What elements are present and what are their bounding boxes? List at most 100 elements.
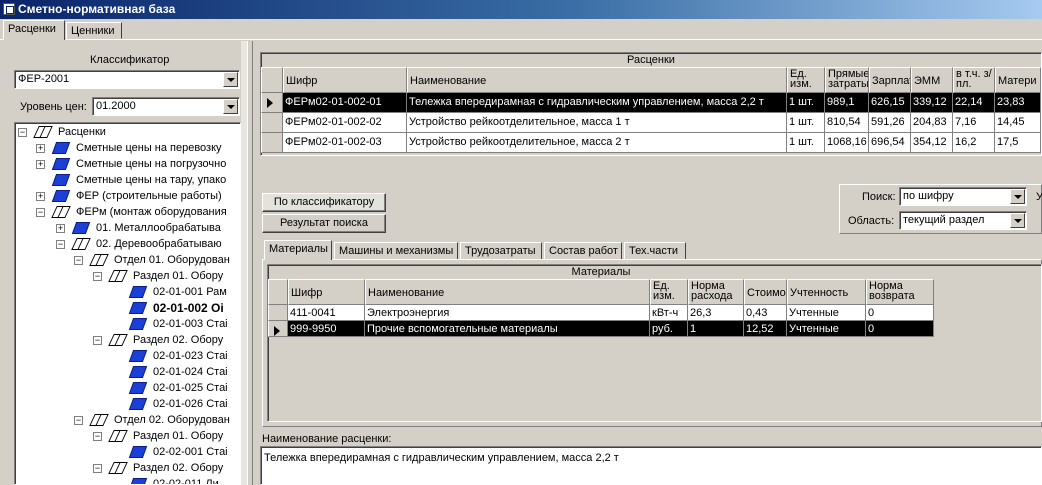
rate-salary[interactable]: 626,15	[869, 93, 911, 113]
title-bar: Сметно-нормативная база	[0, 0, 1042, 19]
classifier-tree[interactable]: − Расценки + Сметные цены на перевозку +…	[14, 122, 241, 485]
rates-header-code[interactable]: Шифр	[283, 67, 407, 93]
splitter[interactable]	[247, 41, 253, 485]
classifier-select[interactable]: ФЕР-2001	[14, 70, 240, 89]
row-indicator	[261, 133, 283, 153]
tab-tech-parts[interactable]: Тех.части	[624, 242, 686, 260]
left-scrollbar-track[interactable]	[241, 41, 247, 485]
materials-header-name[interactable]: Наименование	[365, 279, 650, 305]
rates-header-emm[interactable]: ЭММ	[911, 67, 953, 93]
expand-icon[interactable]: +	[36, 192, 45, 201]
tree-node-label: Раздел 01. Обору	[133, 430, 224, 442]
collapse-icon[interactable]: −	[93, 464, 102, 473]
search-mode-select[interactable]: по шифру	[899, 187, 1027, 206]
material-cost[interactable]: 12,52	[744, 321, 787, 337]
tab-work-composition[interactable]: Состав работ	[544, 242, 622, 260]
rate-unit[interactable]: 1 шт.	[787, 113, 825, 133]
material-return[interactable]: 0	[866, 305, 934, 321]
material-unit[interactable]: руб.	[650, 321, 688, 337]
rate-emm[interactable]: 204,83	[911, 113, 953, 133]
rates-caption: Расценки	[627, 54, 675, 66]
material-name[interactable]: Электроэнергия	[365, 305, 650, 321]
book-icon	[128, 478, 148, 484]
collapse-icon[interactable]: −	[74, 416, 83, 425]
rate-code[interactable]: ФЕРм02-01-002-01	[283, 93, 407, 113]
rates-header-materials[interactable]: Матери	[995, 67, 1041, 93]
material-norm[interactable]: 1	[688, 321, 744, 337]
rate-unit[interactable]: 1 шт.	[787, 93, 825, 113]
collapse-icon[interactable]: −	[56, 240, 65, 249]
expand-icon[interactable]: +	[56, 224, 65, 233]
rate-emm[interactable]: 339,12	[911, 93, 953, 113]
rate-code[interactable]: ФЕРм02-01-002-03	[283, 133, 407, 153]
rate-direct[interactable]: 810,54	[825, 113, 869, 133]
materials-header-return[interactable]: Норма возврата	[866, 279, 934, 305]
rates-header-name[interactable]: Наименование	[407, 67, 787, 93]
tab-work-composition-label: Состав работ	[549, 245, 618, 257]
material-code[interactable]: 411-0041	[288, 305, 365, 321]
rate-direct[interactable]: 989,1	[825, 93, 869, 113]
rates-header-incl-salary[interactable]: в т.ч. з/пл.	[953, 67, 995, 93]
chevron-down-icon[interactable]	[1010, 189, 1025, 204]
rate-name[interactable]: Устройство рейкоотделительное, масса 1 т	[407, 113, 787, 133]
material-accounting[interactable]: Учтенные	[787, 305, 866, 321]
rate-name[interactable]: Устройство рейкоотделительное, масса 2 т	[407, 133, 787, 153]
rate-direct[interactable]: 1068,16	[825, 133, 869, 153]
price-level-select[interactable]: 01.2000	[92, 97, 240, 116]
rate-incl-salary[interactable]: 7,16	[953, 113, 995, 133]
search-result-button[interactable]: Результат поиска	[262, 214, 386, 233]
rate-salary[interactable]: 696,54	[869, 133, 911, 153]
rate-salary[interactable]: 591,26	[869, 113, 911, 133]
rate-materials[interactable]: 23,83	[995, 93, 1041, 113]
by-classifier-button[interactable]: По классификатору	[262, 193, 386, 212]
materials-header-code[interactable]: Шифр	[288, 279, 365, 305]
expand-icon[interactable]: +	[36, 160, 45, 169]
materials-header-unit[interactable]: Ед. изм.	[650, 279, 688, 305]
material-cost[interactable]: 0,43	[744, 305, 787, 321]
rate-incl-salary[interactable]: 22,14	[953, 93, 995, 113]
material-code[interactable]: 999-9950	[288, 321, 365, 337]
price-level-value: 01.2000	[96, 100, 136, 112]
collapse-icon[interactable]: −	[93, 432, 102, 441]
rate-incl-salary[interactable]: 16,2	[953, 133, 995, 153]
open-book-icon	[33, 126, 53, 138]
collapse-icon[interactable]: −	[36, 208, 45, 217]
chevron-down-icon[interactable]	[223, 72, 238, 87]
area-select[interactable]: текущий раздел	[899, 211, 1027, 230]
rate-emm[interactable]: 354,12	[911, 133, 953, 153]
rates-header-direct-costs[interactable]: Прямые затраты	[825, 67, 869, 93]
materials-header-accounting[interactable]: Учтенность	[787, 279, 866, 305]
rate-name[interactable]: Тележка впередирамная с гидравлическим у…	[407, 93, 787, 113]
collapse-icon[interactable]: −	[74, 256, 83, 265]
collapse-icon[interactable]: −	[93, 336, 102, 345]
collapse-icon[interactable]: −	[18, 128, 27, 137]
material-unit[interactable]: кВт-ч	[650, 305, 688, 321]
rate-unit[interactable]: 1 шт.	[787, 133, 825, 153]
collapse-icon[interactable]: −	[93, 272, 102, 281]
rate-materials[interactable]: 17,5	[995, 133, 1041, 153]
material-accounting[interactable]: Учтенные	[787, 321, 866, 337]
materials-header-norm[interactable]: Норма расхода	[688, 279, 744, 305]
chevron-down-icon[interactable]	[223, 99, 238, 114]
tab-rates[interactable]: Расценки	[3, 20, 65, 40]
material-return[interactable]: 0	[866, 321, 934, 337]
material-name[interactable]: Прочие вспомогательные материалы	[365, 321, 650, 337]
rate-name-field[interactable]: Тележка впередирамная с гидравлическим у…	[260, 446, 1042, 485]
tab-machines[interactable]: Машины и механизмы	[334, 242, 458, 260]
rates-grid[interactable]: Расценки Шифр Наименование Ед. изм. Прям…	[260, 52, 1042, 156]
materials-header-indicator	[268, 279, 288, 305]
rates-header-unit[interactable]: Ед. изм.	[787, 67, 825, 93]
rate-materials[interactable]: 14,45	[995, 113, 1041, 133]
tab-materials[interactable]: Материалы	[264, 240, 332, 260]
materials-header-cost[interactable]: Стоимо	[744, 279, 787, 305]
expand-icon[interactable]: +	[36, 144, 45, 153]
chevron-down-icon[interactable]	[1010, 213, 1025, 228]
open-book-icon	[108, 334, 128, 346]
rates-header-salary[interactable]: Зарплата	[869, 67, 911, 93]
tree-node-label: Сметные цены на погрузочно	[76, 158, 227, 170]
materials-grid[interactable]: Материалы Шифр Наименование Ед. изм. Нор…	[267, 264, 1042, 422]
tab-labor[interactable]: Трудозатраты	[460, 242, 542, 260]
material-norm[interactable]: 26,3	[688, 305, 744, 321]
rate-code[interactable]: ФЕРм02-01-002-02	[283, 113, 407, 133]
tab-price-tags[interactable]: Ценники	[66, 22, 122, 39]
